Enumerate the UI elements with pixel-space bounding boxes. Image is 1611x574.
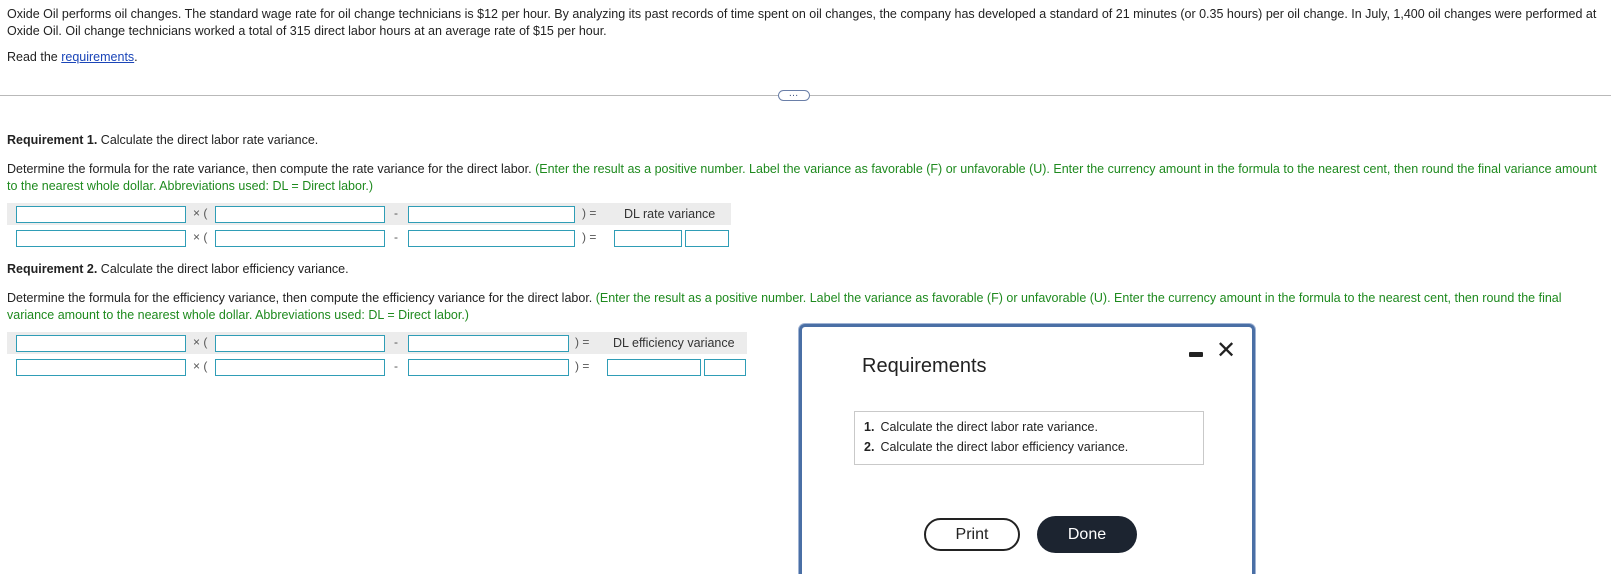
req1-heading: Requirement 1. Calculate the direct labo… <box>7 133 318 147</box>
req1-instructions: Determine the formula for the rate varia… <box>7 161 1603 194</box>
list-item-number: 1. <box>864 420 875 434</box>
list-item: 1. Calculate the direct labor rate varian… <box>864 420 1098 434</box>
req1-compute-row: × ( - ) = <box>7 227 731 249</box>
req1-formula-row: × ( - ) = DL rate variance <box>7 203 731 225</box>
minus-symbol: - <box>394 230 398 244</box>
print-button[interactable]: Print <box>924 518 1020 551</box>
list-item: 2. Calculate the direct labor efficiency … <box>864 440 1128 454</box>
req1-formula-field-1[interactable] <box>16 206 186 223</box>
req1-compute-field-2[interactable] <box>215 230 385 247</box>
req1-formula-field-2[interactable] <box>215 206 385 223</box>
req2-result-label: DL efficiency variance <box>613 336 735 350</box>
req2-compute-row: × ( - ) = <box>7 356 747 378</box>
list-item-text: Calculate the direct labor rate variance… <box>880 420 1098 434</box>
read-prefix: Read the <box>7 50 62 64</box>
minus-symbol: - <box>394 206 398 220</box>
dialog-title: Requirements <box>862 355 987 377</box>
close-equals-symbol: ) = <box>582 230 597 244</box>
req2-formula-field-1[interactable] <box>16 335 186 352</box>
req2-instructions: Determine the formula for the efficiency… <box>7 290 1603 323</box>
req2-heading: Requirement 2. Calculate the direct labo… <box>7 262 349 276</box>
close-icon[interactable]: ✕ <box>1216 339 1236 363</box>
req2-formula-row: × ( - ) = DL efficiency variance <box>7 332 747 354</box>
req2-heading-text: Calculate the direct labor efficiency va… <box>97 262 349 276</box>
requirements-list: 1. Calculate the direct labor rate varian… <box>854 411 1204 465</box>
read-suffix: . <box>134 50 138 64</box>
problem-text: Oxide Oil performs oil changes. The stan… <box>7 7 1597 38</box>
read-requirements-line: Read the requirements. <box>7 50 138 64</box>
list-item-text: Calculate the direct labor efficiency va… <box>880 440 1129 454</box>
close-equals-symbol: ) = <box>582 206 597 220</box>
req2-variance-amount-field[interactable] <box>607 359 701 376</box>
req1-formula-field-3[interactable] <box>408 206 575 223</box>
req2-heading-bold: Requirement 2. <box>7 262 98 276</box>
more-button[interactable]: … <box>778 89 810 101</box>
times-open-symbol: × ( <box>193 206 208 220</box>
req2-compute-field-3[interactable] <box>408 359 569 376</box>
minus-symbol: - <box>394 359 398 373</box>
times-open-symbol: × ( <box>193 230 208 244</box>
requirements-link[interactable]: requirements <box>61 50 134 64</box>
req1-variance-label-field[interactable] <box>685 230 729 247</box>
close-equals-symbol: ) = <box>575 335 590 349</box>
req1-instr-plain: Determine the formula for the rate varia… <box>7 162 536 176</box>
close-equals-symbol: ) = <box>575 359 590 373</box>
minus-symbol: - <box>394 335 398 349</box>
req2-compute-field-1[interactable] <box>16 359 186 376</box>
req1-compute-field-3[interactable] <box>408 230 575 247</box>
req1-heading-text: Calculate the direct labor rate variance… <box>97 133 319 147</box>
req2-instr-plain: Determine the formula for the efficiency… <box>7 291 596 305</box>
req1-variance-amount-field[interactable] <box>614 230 682 247</box>
requirements-dialog: Requirements ✕ 1. Calculate the direct la… <box>799 324 1255 574</box>
req1-compute-field-1[interactable] <box>16 230 186 247</box>
times-open-symbol: × ( <box>193 359 208 373</box>
req1-heading-bold: Requirement 1. <box>7 133 98 147</box>
req2-formula-field-2[interactable] <box>215 335 385 352</box>
done-button[interactable]: Done <box>1037 516 1137 553</box>
req2-variance-label-field[interactable] <box>704 359 746 376</box>
req2-formula-field-3[interactable] <box>408 335 569 352</box>
minimize-icon[interactable] <box>1189 352 1203 357</box>
req2-compute-field-2[interactable] <box>215 359 385 376</box>
list-item-number: 2. <box>864 440 875 454</box>
req1-result-label: DL rate variance <box>624 207 716 221</box>
times-open-symbol: × ( <box>193 335 208 349</box>
